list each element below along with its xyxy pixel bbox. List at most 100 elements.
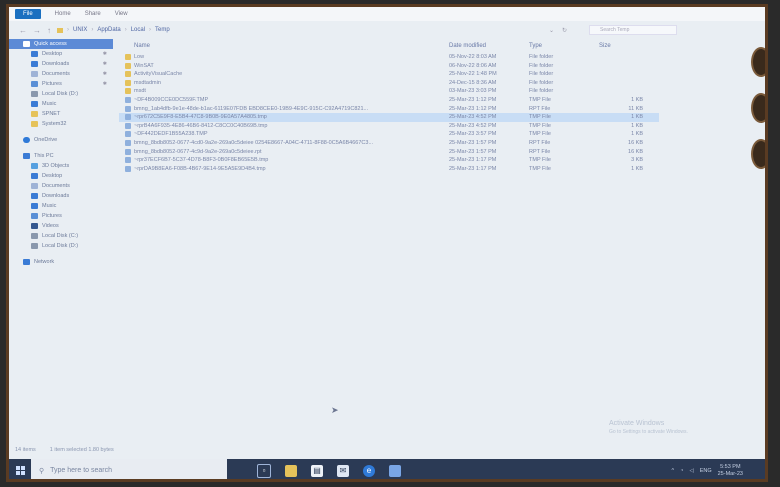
file-type: TMP File xyxy=(529,131,551,138)
refresh-icon[interactable]: ↻ xyxy=(562,27,567,34)
file-type: RPT File xyxy=(529,105,551,112)
clock[interactable]: 5:53 PM 25-Mar-23 xyxy=(718,464,743,478)
breadcrumb-item[interactable]: Local xyxy=(131,27,145,33)
forward-arrow-icon[interactable]: → xyxy=(33,26,41,35)
file-row[interactable]: msdtadmin 24-Dec-15 8:36 AM File folder xyxy=(119,79,659,88)
nav-label: Pictures xyxy=(42,81,62,87)
video-icon xyxy=(31,223,38,229)
file-date: 25-Mar-23 1:12 PM xyxy=(449,105,497,112)
breadcrumb-item[interactable]: AppData xyxy=(97,27,120,33)
mail-icon[interactable]: ✉ xyxy=(337,464,349,477)
file-row[interactable]: ~rpr672C5E9F8-E5B4-47C8-9B0B-9E0A57A4805… xyxy=(119,113,659,122)
file-name: msdt xyxy=(134,88,146,95)
file-type: TMP File xyxy=(529,114,551,121)
nav-item-pc-pictures[interactable]: Pictures xyxy=(9,211,113,221)
back-arrow-icon[interactable]: ← xyxy=(19,26,27,35)
file-row[interactable]: WinSAT 06-Nov-22 8:06 AM File folder xyxy=(119,62,659,71)
nav-item-pictures[interactable]: Pictures ✱ xyxy=(9,79,113,89)
app-icon[interactable] xyxy=(389,464,401,477)
taskbar-search[interactable]: ⚲ Type here to search xyxy=(31,459,227,479)
up-arrow-icon[interactable]: ↑ xyxy=(47,26,51,35)
breadcrumb-item[interactable]: UNIX xyxy=(73,27,87,33)
nav-item-3d-objects[interactable]: 3D Objects xyxy=(9,161,113,171)
device-bezel xyxy=(751,47,765,207)
folder-icon xyxy=(125,88,131,95)
file-row[interactable]: ~DF442DEDF1B55A238.TMP 25-Mar-23 3:57 PM T… xyxy=(119,130,659,139)
address-row: ← → ↑ › UNIX › AppData › Local › Temp ⌄ … xyxy=(9,23,765,37)
file-type: RPT File xyxy=(529,148,551,155)
nav-item-onedrive[interactable]: OneDrive xyxy=(9,135,113,145)
file-row[interactable]: bmng_8bdb8052-0677-4c9d-9a2e-269a0c5deie… xyxy=(119,148,659,157)
watermark-title: Activate Windows xyxy=(609,420,665,427)
file-name: ~rprDA9B8EA6-F08B-4B67-9E14-9E5A5E9D4B4.… xyxy=(134,165,266,172)
tab-share[interactable]: Share xyxy=(85,11,101,17)
nav-item-this-pc[interactable]: This PC xyxy=(9,151,113,161)
folder-icon xyxy=(125,54,131,60)
file-date: 25-Mar-23 1:12 PM xyxy=(449,96,497,103)
nav-item-spnet[interactable]: SPNET xyxy=(9,109,113,119)
column-header-name[interactable]: Name xyxy=(134,43,150,49)
drive-icon xyxy=(31,233,38,239)
nav-item-pc-documents[interactable]: Documents xyxy=(9,181,113,191)
file-icon xyxy=(125,157,131,164)
nav-quick-access[interactable]: Quick access xyxy=(9,39,113,49)
file-rows: Low 05-Nov-22 8:03 AM File folder WinSAT 06-… xyxy=(119,53,659,173)
file-row[interactable]: ~rprDA9B8EA6-F08B-4B67-9E14-9E5A5E9D4B4.… xyxy=(119,165,659,174)
nav-label: Desktop xyxy=(42,51,63,57)
chevron-down-icon[interactable]: ⌄ xyxy=(549,27,554,34)
search-input[interactable]: Search Temp xyxy=(589,25,677,35)
breadcrumb-item[interactable]: Temp xyxy=(155,27,170,33)
nav-item-local-disk-c[interactable]: Local Disk (C:) xyxy=(9,231,113,241)
volume-icon[interactable]: ◁ xyxy=(689,468,693,474)
column-header-size[interactable]: Size xyxy=(599,43,611,49)
file-row[interactable]: bmng_1ab4dfb-9e1e-48de-b1ac-6119E07FDB E… xyxy=(119,105,659,114)
nav-item-desktop[interactable]: Desktop ✱ xyxy=(9,49,113,59)
tab-home[interactable]: Home xyxy=(55,11,71,17)
nav-item-downloads[interactable]: Downloads ✱ xyxy=(9,59,113,69)
chevron-up-icon[interactable]: ^ xyxy=(672,468,675,474)
nav-item-pc-music[interactable]: Music xyxy=(9,201,113,211)
address-bar[interactable]: › UNIX › AppData › Local › Temp xyxy=(57,25,477,35)
file-row[interactable]: ~rpr37ECF6B7-5C37-4D78-B8F3-0B0F8EB65E5B… xyxy=(119,156,659,165)
column-header-date[interactable]: Date modified xyxy=(449,43,486,49)
file-type: TMP File xyxy=(529,157,551,164)
nav-label: This PC xyxy=(34,153,54,159)
file-row[interactable]: ~rprB4A6F935-4E86-46B6-8412-C8CC0C40B69B… xyxy=(119,122,659,131)
file-explorer-icon[interactable] xyxy=(285,464,297,477)
file-size: 3 KB xyxy=(631,157,643,164)
wifi-icon[interactable]: ◔ xyxy=(680,468,683,474)
folder-icon xyxy=(31,111,38,117)
pin-icon: ✱ xyxy=(102,51,107,57)
nav-item-pc-videos[interactable]: Videos xyxy=(9,221,113,231)
edge-icon[interactable]: e xyxy=(363,464,375,477)
store-icon[interactable]: ▤ xyxy=(311,464,323,477)
language-indicator[interactable]: ENG xyxy=(700,468,712,474)
task-view-icon[interactable]: ▫ xyxy=(257,463,271,478)
tab-file[interactable]: File xyxy=(15,9,41,19)
file-row[interactable]: Low 05-Nov-22 8:03 AM File folder xyxy=(119,53,659,62)
folder-icon xyxy=(125,62,131,69)
file-row[interactable]: ActivityVisualCache 25-Nov-22 1:48 PM File… xyxy=(119,70,659,79)
tab-view[interactable]: View xyxy=(115,11,128,17)
file-name: bmng_8bdb8052-0677-4cd0-9a2e-269a0c5deie… xyxy=(134,139,374,146)
file-size: 1 KB xyxy=(631,96,643,103)
nav-label: Desktop xyxy=(42,173,63,179)
selection-info: 1 item selected 1.80 bytes xyxy=(49,447,114,453)
nav-item-pc-local-disk-d[interactable]: Local Disk (D:) xyxy=(9,241,113,251)
clock-time: 5:53 PM xyxy=(720,463,741,470)
nav-label: Downloads xyxy=(42,193,70,199)
nav-item-pc-downloads[interactable]: Downloads xyxy=(9,191,113,201)
column-header-type[interactable]: Type xyxy=(529,43,542,49)
nav-item-system32[interactable]: System32 xyxy=(9,119,113,129)
file-icon xyxy=(125,105,131,112)
nav-item-network[interactable]: Network xyxy=(9,257,113,267)
nav-item-documents[interactable]: Documents ✱ xyxy=(9,69,113,79)
nav-item-music[interactable]: Music xyxy=(9,99,113,109)
nav-label: 3D Objects xyxy=(42,163,70,169)
file-row[interactable]: ~DF4B009CCE0DC559F.TMP 25-Mar-23 1:12 PM T… xyxy=(119,96,659,105)
nav-item-pc-desktop[interactable]: Desktop xyxy=(9,171,113,181)
file-row[interactable]: bmng_8bdb8052-0677-4cd0-9a2e-269a0c5deie… xyxy=(119,139,659,148)
nav-item-local-disk-d[interactable]: Local Disk (D:) xyxy=(9,89,113,99)
start-button[interactable] xyxy=(9,459,31,479)
file-row[interactable]: msdt 03-Mar-23 3:03 PM File folder xyxy=(119,87,659,96)
